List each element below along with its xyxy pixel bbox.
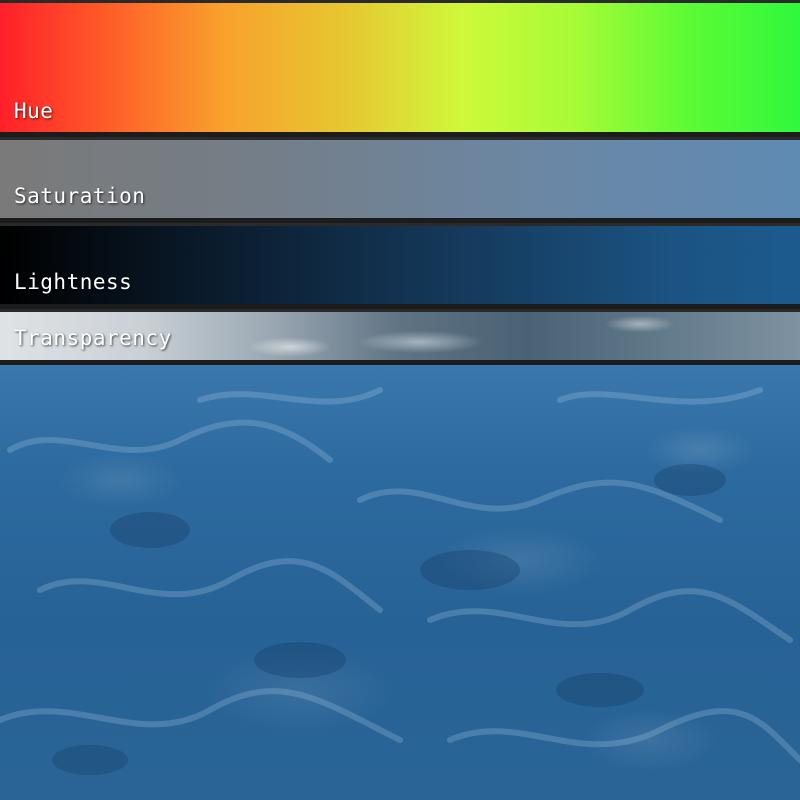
foam-pattern <box>0 387 800 775</box>
lightness-label: Lightness <box>14 270 133 294</box>
hue-slider[interactable]: Hue <box>0 0 800 137</box>
transparency-label: Transparency <box>14 326 172 350</box>
saturation-label: Saturation <box>14 184 146 208</box>
saturation-slider[interactable]: Saturation <box>0 137 800 223</box>
hue-label: Hue <box>14 99 54 123</box>
ocean-background-image <box>0 360 800 800</box>
lightness-slider[interactable]: Lightness <box>0 223 800 309</box>
transparency-slider[interactable]: Transparency <box>0 309 800 365</box>
color-adjust-panel: Hue Saturation Lightness Transparency <box>0 0 800 800</box>
